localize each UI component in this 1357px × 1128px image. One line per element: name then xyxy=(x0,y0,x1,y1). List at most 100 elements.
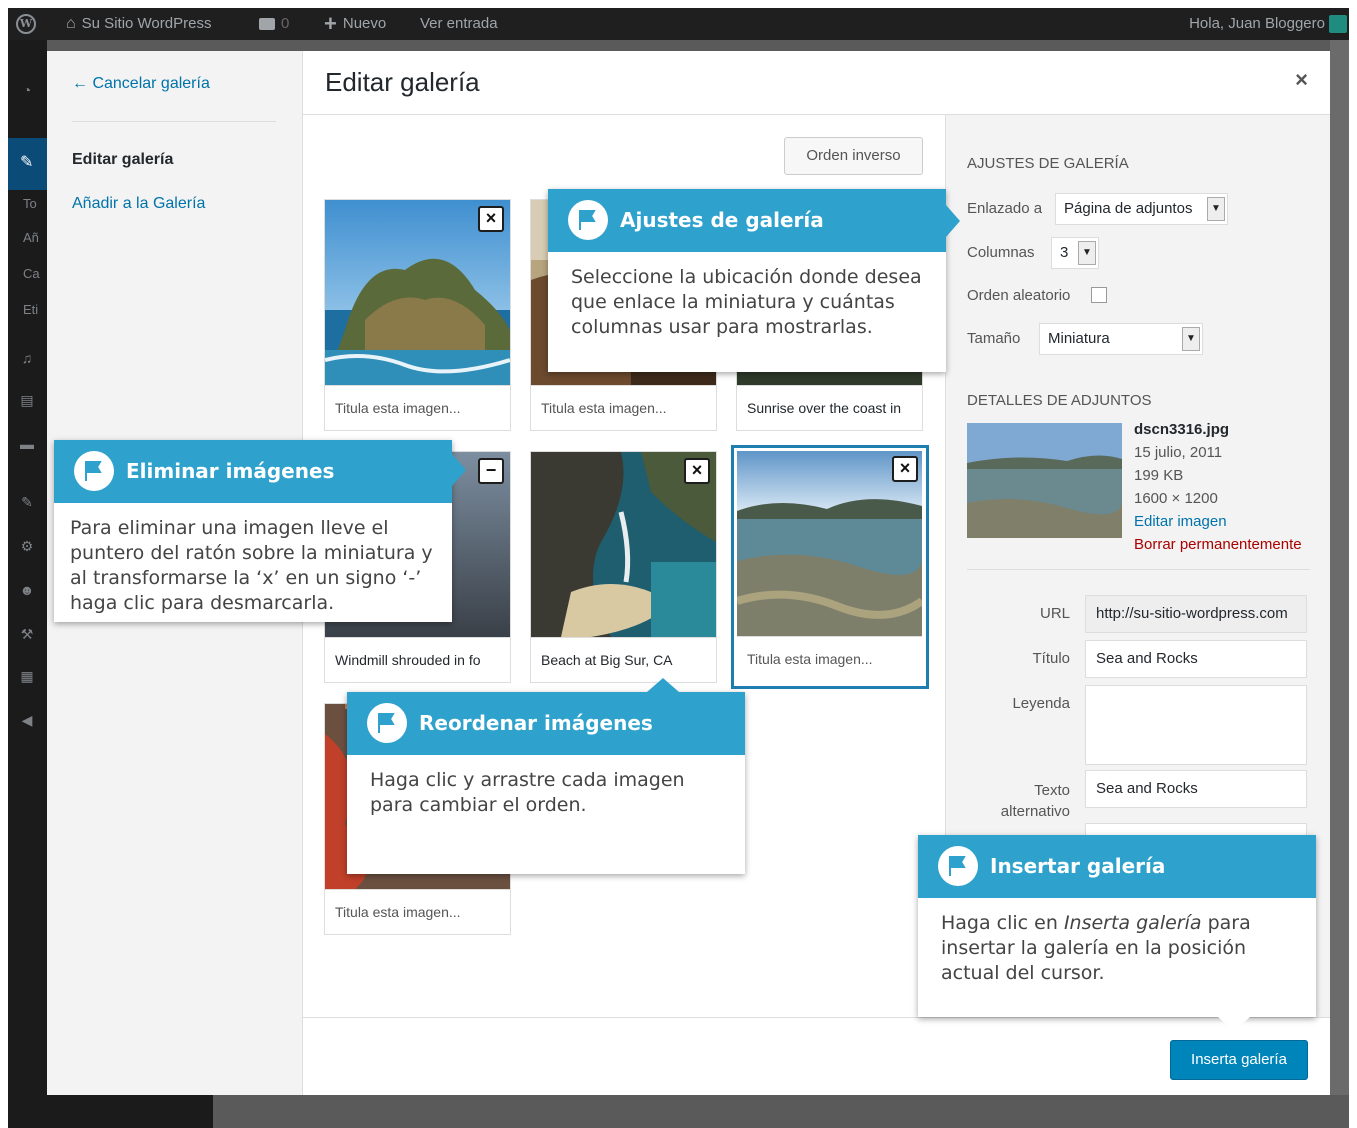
flag-icon xyxy=(74,451,114,491)
sidebar-submenu-4[interactable]: Eti xyxy=(23,302,38,317)
size-value: Miniatura xyxy=(1048,330,1110,347)
columns-value: 3 xyxy=(1060,244,1069,261)
tooltip-title: Eliminar imágenes xyxy=(126,459,335,483)
tooltip-title: Ajustes de galería xyxy=(620,208,824,232)
sidebar-submenu-3[interactable]: Ca xyxy=(23,266,40,281)
title-label: Título xyxy=(1032,650,1070,667)
random-order-label: Orden aleatorio xyxy=(967,287,1071,304)
attachment-6-selected[interactable]: × Titula esta imagen... xyxy=(731,445,929,689)
columns-label: Columnas xyxy=(967,244,1035,261)
title-field[interactable]: Sea and Rocks xyxy=(1085,640,1307,678)
plus-icon: + xyxy=(324,11,337,36)
modal-header: Editar galería × xyxy=(303,51,1330,115)
attachment-caption[interactable]: Titula esta imagen... xyxy=(325,889,510,934)
tooltip-body: Seleccione la ubicación donde desea que … xyxy=(571,266,922,338)
attachment-caption[interactable]: Sunrise over the coast in xyxy=(737,385,922,430)
greeting-label: Hola, Juan Bloggero xyxy=(1189,15,1325,32)
attachment-1[interactable]: × Titula esta imagen... xyxy=(324,199,511,431)
appearance-icon[interactable]: ✎ xyxy=(17,494,37,512)
media-modal: ← Cancelar galería Editar galería Añadir… xyxy=(47,51,1330,1095)
admin-bar: W ⌂ Su Sitio WordPress 0 + Nuevo Ver ent… xyxy=(8,8,1349,40)
attachment-info: dscn3316.jpg 15 julio, 2011 199 KB 1600 … xyxy=(1134,418,1302,556)
new-link[interactable]: + Nuevo xyxy=(324,8,386,40)
tooltip-header: Ajustes de galería xyxy=(548,189,946,252)
tooltip-header: Insertar galería xyxy=(918,835,1316,898)
remove-icon[interactable]: − xyxy=(478,458,504,484)
posts-menu-active[interactable]: ✎ xyxy=(8,138,47,190)
random-order-checkbox[interactable] xyxy=(1091,287,1107,303)
menu-item-add-to-gallery[interactable]: Añadir a la Galería xyxy=(72,195,205,213)
site-name-link[interactable]: ⌂ Su Sitio WordPress xyxy=(66,8,211,40)
view-entry-label: Ver entrada xyxy=(420,15,498,32)
flag-icon xyxy=(568,200,608,240)
sidebar-bottom xyxy=(8,1095,213,1128)
tooltip-header: Reordenar imágenes xyxy=(347,692,745,755)
alt-text-label-line1: Texto xyxy=(1034,782,1070,799)
size-select[interactable]: Miniatura ▼ xyxy=(1039,323,1203,355)
cancel-gallery-link[interactable]: ← Cancelar galería xyxy=(72,75,210,93)
tooltip-title: Reordenar imágenes xyxy=(419,711,653,735)
flag-icon xyxy=(367,703,407,743)
dashboard-icon[interactable]: ◔ xyxy=(17,82,37,100)
attachment-caption[interactable]: Windmill shrouded in fo xyxy=(325,637,510,682)
account-link[interactable]: Hola, Juan Bloggero xyxy=(1189,8,1325,40)
tooltip-arrow xyxy=(1218,1017,1250,1031)
attachment-filesize: 199 KB xyxy=(1134,467,1184,484)
media-icon[interactable]: ♫ xyxy=(17,350,37,368)
attachment-caption[interactable]: Titula esta imagen... xyxy=(325,385,510,430)
attachment-caption[interactable]: Titula esta imagen... xyxy=(737,636,922,681)
remove-icon[interactable]: × xyxy=(892,456,918,482)
admin-sidebar: ◔ ✎ To Añ Ca Eti ♫ ▤ ▬ ✎ ⚙ ☻ ⚒ ▦ ◀ xyxy=(8,40,47,1128)
menu-item-edit-gallery[interactable]: Editar galería xyxy=(72,151,173,169)
tooltip-body-emphasis: Inserta galería xyxy=(1063,912,1202,934)
reverse-order-button[interactable]: Orden inverso xyxy=(784,137,923,175)
site-name-label: Su Sitio WordPress xyxy=(81,15,212,32)
view-entry-link[interactable]: Ver entrada xyxy=(420,8,498,40)
attachment-date: 15 julio, 2011 xyxy=(1134,444,1223,461)
insert-gallery-button[interactable]: Inserta galería xyxy=(1170,1040,1308,1080)
tooltip-reorder-images: Reordenar imágenes Haga clic y arrastre … xyxy=(347,678,745,874)
pages-icon[interactable]: ▤ xyxy=(17,392,37,410)
sidebar-submenu-2[interactable]: Añ xyxy=(23,230,39,245)
attachment-caption[interactable]: Beach at Big Sur, CA xyxy=(531,637,716,682)
delete-permanently-link[interactable]: Borrar permanentemente xyxy=(1134,533,1302,556)
chevron-down-icon: ▼ xyxy=(1078,241,1096,265)
gallery-settings-heading: AJUSTES DE GALERÍA xyxy=(967,155,1129,172)
tooltip-arrow xyxy=(647,678,679,692)
collapse-icon[interactable]: ◀ xyxy=(17,712,37,730)
screen: W ⌂ Su Sitio WordPress 0 + Nuevo Ver ent… xyxy=(8,8,1349,1128)
comments-link[interactable]: 0 xyxy=(259,8,289,40)
flag-icon xyxy=(938,846,978,886)
columns-select[interactable]: 3 ▼ xyxy=(1051,237,1099,269)
close-icon[interactable]: × xyxy=(1295,67,1308,93)
caption-textarea[interactable] xyxy=(1085,685,1307,765)
plugins-icon[interactable]: ⚙ xyxy=(17,538,37,556)
comments-icon[interactable]: ▬ xyxy=(17,436,37,454)
attachment-5[interactable]: × Beach at Big Sur, CA xyxy=(530,451,717,683)
alt-text-label-line2: alternativo xyxy=(1000,803,1070,820)
link-to-value: Página de adjuntos xyxy=(1064,200,1193,217)
details-separator xyxy=(967,569,1310,570)
wordpress-logo-icon[interactable]: W xyxy=(16,8,36,40)
link-to-select[interactable]: Página de adjuntos ▼ xyxy=(1055,193,1228,225)
sidebar-submenu-1[interactable]: To xyxy=(23,196,37,211)
tooltip-remove-images: Eliminar imágenes Para eliminar una imag… xyxy=(54,440,466,622)
remove-icon[interactable]: × xyxy=(478,206,504,232)
tooltip-gallery-settings: Ajustes de galería Seleccione la ubicaci… xyxy=(548,189,960,372)
remove-icon[interactable]: × xyxy=(684,458,710,484)
attachment-caption[interactable]: Titula esta imagen... xyxy=(531,385,716,430)
attachment-preview xyxy=(967,423,1122,538)
avatar[interactable] xyxy=(1329,15,1347,33)
edit-image-link[interactable]: Editar imagen xyxy=(1134,510,1302,533)
alt-text-field[interactable]: Sea and Rocks xyxy=(1085,770,1307,808)
tooltip-title: Insertar galería xyxy=(990,854,1166,878)
tools-icon[interactable]: ⚒ xyxy=(17,626,37,644)
page-title: Editar galería xyxy=(325,67,480,97)
settings-icon[interactable]: ▦ xyxy=(17,668,37,686)
users-icon[interactable]: ☻ xyxy=(17,582,37,600)
home-icon: ⌂ xyxy=(66,15,76,32)
background-strip xyxy=(1330,40,1349,1095)
chevron-down-icon: ▼ xyxy=(1182,327,1200,351)
tooltip-insert-gallery: Insertar galería Haga clic en Inserta ga… xyxy=(918,835,1316,1031)
url-field[interactable]: http://su-sitio-wordpress.com xyxy=(1085,595,1307,633)
